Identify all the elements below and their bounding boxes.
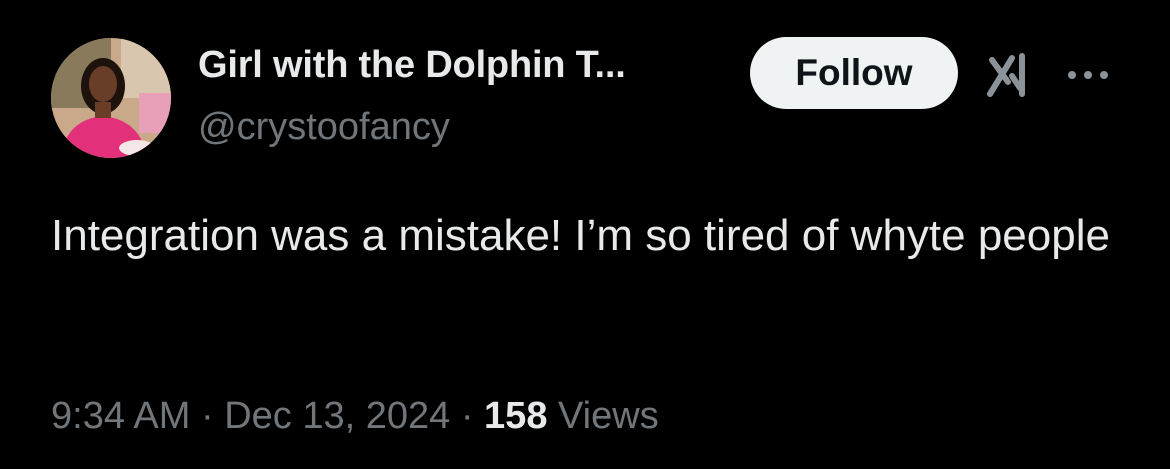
more-dots-icon[interactable] — [1064, 60, 1112, 90]
meta-separator: · — [460, 395, 474, 437]
grok-icon[interactable] — [986, 52, 1038, 98]
author-display-name[interactable]: Girl with the Dolphin T... — [198, 44, 626, 87]
tweet-text: Integration was a mistake! I’m so tired … — [51, 211, 1110, 260]
tweet-card: Girl with the Dolphin T... @crystoofancy… — [0, 0, 1170, 469]
avatar-image — [51, 38, 171, 158]
views-label: Views — [558, 395, 659, 437]
follow-button[interactable]: Follow — [750, 37, 958, 109]
author-handle[interactable]: @crystoofancy — [198, 106, 450, 149]
tweet-time[interactable]: 9:34 AM — [51, 395, 190, 437]
views-count[interactable]: 158 — [484, 395, 547, 437]
tweet-date[interactable]: Dec 13, 2024 — [224, 395, 450, 437]
tweet-meta: 9:34 AM · Dec 13, 2024 · 158 Views — [51, 395, 659, 438]
avatar[interactable] — [51, 38, 171, 158]
meta-separator: · — [200, 395, 214, 437]
